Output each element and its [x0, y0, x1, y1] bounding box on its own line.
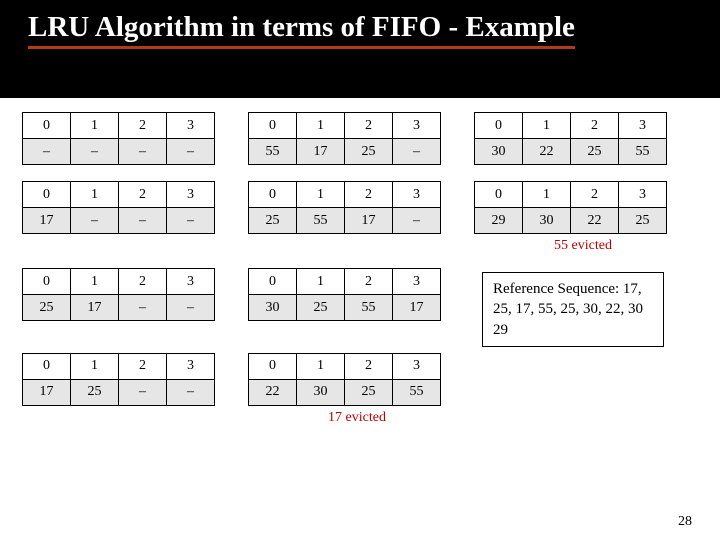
- frame-table-r3c1: 0123 2517––: [22, 268, 215, 321]
- slide-header: LRU Algorithm in terms of FIFO - Example: [0, 0, 720, 63]
- page-number: 28: [678, 514, 692, 530]
- slide-title: LRU Algorithm in terms of FIFO - Example: [28, 10, 575, 49]
- frame-table-r1c1: 0123 ––––: [22, 112, 215, 165]
- reference-sequence-box: Reference Sequence: 17, 25, 17, 55, 25, …: [482, 272, 664, 347]
- frame-table-r1c3: 0123 30222555: [474, 112, 667, 165]
- frame-table-r4c2: 0123 22302555: [248, 353, 441, 406]
- frame-table-r1c2: 0123 551725–: [248, 112, 441, 165]
- frame-table-r3c2: 0123 30255517: [248, 268, 441, 321]
- slide-content: 0123 –––– 0123 551725– 0123 30222555 012…: [0, 98, 720, 540]
- frame-table-r4c1: 0123 1725––: [22, 353, 215, 406]
- frame-table-r2c3: 0123 29302225: [474, 181, 667, 234]
- frame-table-r2c2: 0123 255517–: [248, 181, 441, 234]
- frame-table-r2c1: 0123 17–––: [22, 181, 215, 234]
- eviction-caption-17: 17 evicted: [244, 410, 470, 426]
- eviction-caption-55: 55 evicted: [470, 238, 696, 254]
